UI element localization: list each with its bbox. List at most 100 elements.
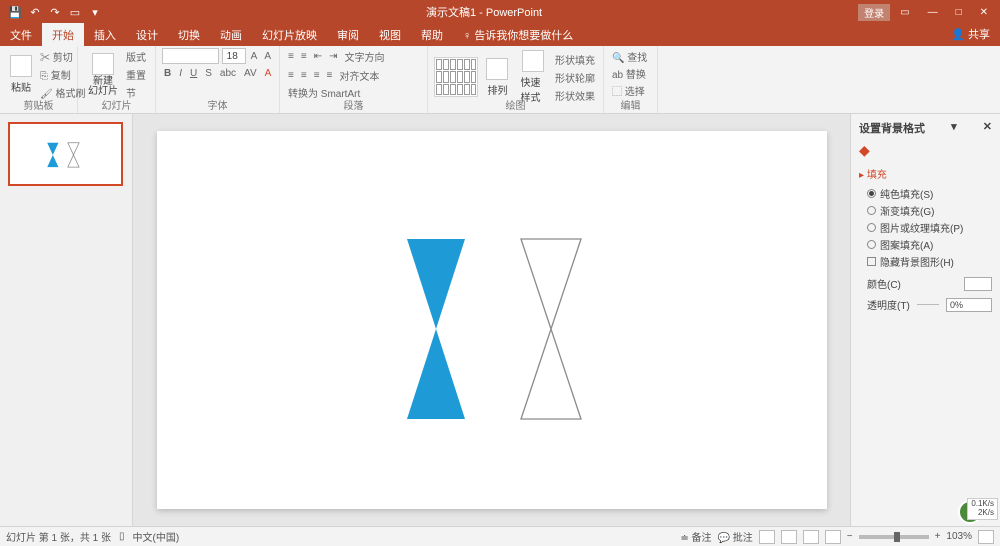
maximize-icon[interactable]: □ <box>948 5 970 20</box>
shadow-button[interactable]: abc <box>218 67 238 80</box>
zoom-out-button[interactable]: − <box>847 531 853 542</box>
spacing-button[interactable]: AV <box>242 67 259 80</box>
tab-design[interactable]: 设计 <box>126 23 168 46</box>
text-direction-button[interactable]: 文字方向 <box>342 48 386 65</box>
slide-count: 幻灯片 第 1 张，共 1 张 <box>6 529 111 544</box>
justify-button[interactable]: ≡ <box>325 69 335 82</box>
notes-button[interactable]: ≐ 备注 <box>680 529 711 544</box>
status-bar: 幻灯片 第 1 张，共 1 张 ▯ 中文(中国) ≐ 备注 💬 批注 − + 1… <box>0 526 1000 546</box>
quick-styles-icon <box>522 50 544 72</box>
section-fill[interactable]: ▸ 填充 <box>859 166 992 181</box>
transparency-slider[interactable] <box>917 304 939 305</box>
slide[interactable] <box>157 131 827 509</box>
tab-help[interactable]: 帮助 <box>411 23 453 46</box>
replace-button[interactable]: ab 替换 <box>610 65 651 82</box>
zoom-in-button[interactable]: + <box>935 531 941 542</box>
slide-canvas-area <box>133 114 850 526</box>
tab-file[interactable]: 文件 <box>0 23 42 46</box>
normal-view-button[interactable] <box>759 530 775 544</box>
window-title: 演示文稿1 - PowerPoint <box>110 4 858 20</box>
undo-icon[interactable]: ↶ <box>28 5 42 19</box>
transparency-value[interactable]: 0% <box>946 298 992 312</box>
panel-title: 设置背景格式 <box>859 120 925 136</box>
reading-view-button[interactable] <box>803 530 819 544</box>
title-bar: 💾 ↶ ↷ ▭ ▾ 演示文稿1 - PowerPoint 登录 ▭ — □ ✕ <box>0 0 1000 24</box>
align-left-button[interactable]: ≡ <box>286 69 296 82</box>
fill-tab-icon[interactable]: ◆ <box>859 142 877 160</box>
font-size-combo[interactable]: 18 <box>222 48 246 64</box>
reset-button[interactable]: 重置 <box>124 66 148 83</box>
indent-inc-button[interactable]: ⇥ <box>327 50 339 63</box>
opt-solid-fill[interactable]: 纯色填充(S) <box>859 185 992 202</box>
color-picker[interactable] <box>964 277 992 291</box>
bullets-button[interactable]: ≡ <box>286 50 296 63</box>
tab-review[interactable]: 审阅 <box>327 23 369 46</box>
tab-home[interactable]: 开始 <box>42 23 84 46</box>
numbering-button[interactable]: ≡ <box>299 50 309 63</box>
grow-font-icon[interactable]: A <box>249 50 260 63</box>
redo-icon[interactable]: ↷ <box>48 5 62 19</box>
find-button[interactable]: 🔍 查找 <box>610 48 651 65</box>
panel-close-icon[interactable]: ✕ <box>983 120 992 136</box>
opt-hide-bg[interactable]: 隐藏背景图形(H) <box>859 253 992 270</box>
indent-dec-button[interactable]: ⇤ <box>312 50 324 63</box>
group-clipboard: 剪贴板 <box>0 97 77 112</box>
slideshow-view-button[interactable] <box>825 530 841 544</box>
sorter-view-button[interactable] <box>781 530 797 544</box>
slide-thumbnail-1[interactable] <box>8 122 123 186</box>
network-speed-overlay: 0.1K/s2K/s <box>967 498 998 520</box>
shape-fill-button[interactable]: 形状填充 <box>553 51 597 68</box>
zoom-level[interactable]: 103% <box>946 531 972 542</box>
italic-button[interactable]: I <box>177 67 184 80</box>
new-slide-button[interactable]: 新建 幻灯片 <box>84 51 122 99</box>
qat-dropdown-icon[interactable]: ▾ <box>88 5 102 19</box>
ribbon: 粘贴 ✂ 剪切 ⎘ 复制 🖌 格式刷 剪贴板 新建 幻灯片 版式 重置 节 幻灯… <box>0 46 1000 114</box>
arrange-icon <box>486 58 508 80</box>
align-right-button[interactable]: ≡ <box>312 69 322 82</box>
group-font: 字体 <box>156 97 279 112</box>
save-icon[interactable]: 💾 <box>8 5 22 19</box>
arrange-button[interactable]: 排列 <box>482 56 512 99</box>
accessibility-icon[interactable]: ▯ <box>119 531 125 542</box>
tab-insert[interactable]: 插入 <box>84 23 126 46</box>
minimize-icon[interactable]: — <box>920 5 946 20</box>
strike-button[interactable]: S <box>203 67 214 80</box>
paste-button[interactable]: 粘贴 <box>6 53 36 96</box>
tab-transitions[interactable]: 切换 <box>168 23 210 46</box>
shape-hourglass-filled[interactable] <box>407 239 465 419</box>
fit-to-window-button[interactable] <box>978 530 994 544</box>
underline-button[interactable]: U <box>188 67 199 80</box>
shape-hourglass-outline[interactable] <box>521 239 581 419</box>
share-button[interactable]: 👤 共享 <box>941 22 1000 46</box>
shape-outline-button[interactable]: 形状轮廓 <box>553 69 597 86</box>
zoom-slider[interactable] <box>859 535 929 539</box>
group-drawing: 绘图 <box>428 97 603 112</box>
font-family-combo[interactable] <box>162 48 219 64</box>
tab-animations[interactable]: 动画 <box>210 23 252 46</box>
panel-dropdown-icon[interactable]: ▾ <box>951 120 957 136</box>
comments-button[interactable]: 💬 批注 <box>718 529 753 544</box>
tab-slideshow[interactable]: 幻灯片放映 <box>252 23 327 46</box>
tell-me[interactable]: ♀ 告诉我你想要做什么 <box>453 23 583 46</box>
layout-button[interactable]: 版式 <box>124 48 148 65</box>
shrink-font-icon[interactable]: A <box>262 50 273 63</box>
ribbon-tabs: 文件 开始 插入 设计 切换 动画 幻灯片放映 审阅 视图 帮助 ♀ 告诉我你想… <box>0 24 1000 46</box>
shapes-gallery[interactable] <box>434 57 478 97</box>
tab-view[interactable]: 视图 <box>369 23 411 46</box>
opt-gradient-fill[interactable]: 渐变填充(G) <box>859 202 992 219</box>
language-status[interactable]: 中文(中国) <box>133 529 180 544</box>
slide-thumbnails-pane <box>0 114 133 526</box>
login-button[interactable]: 登录 <box>858 4 890 21</box>
transparency-label: 透明度(T) <box>867 297 910 312</box>
slideshow-icon[interactable]: ▭ <box>68 5 82 19</box>
close-icon[interactable]: ✕ <box>972 5 996 20</box>
group-slides: 幻灯片 <box>78 97 155 112</box>
opt-picture-fill[interactable]: 图片或纹理填充(P) <box>859 219 992 236</box>
opt-pattern-fill[interactable]: 图案填充(A) <box>859 236 992 253</box>
bold-button[interactable]: B <box>162 67 173 80</box>
clipboard-icon <box>10 55 32 77</box>
align-center-button[interactable]: ≡ <box>299 69 309 82</box>
ribbon-options-icon[interactable]: ▭ <box>892 5 917 20</box>
align-text-button[interactable]: 对齐文本 <box>337 67 381 84</box>
font-color-button[interactable]: A <box>263 67 274 80</box>
